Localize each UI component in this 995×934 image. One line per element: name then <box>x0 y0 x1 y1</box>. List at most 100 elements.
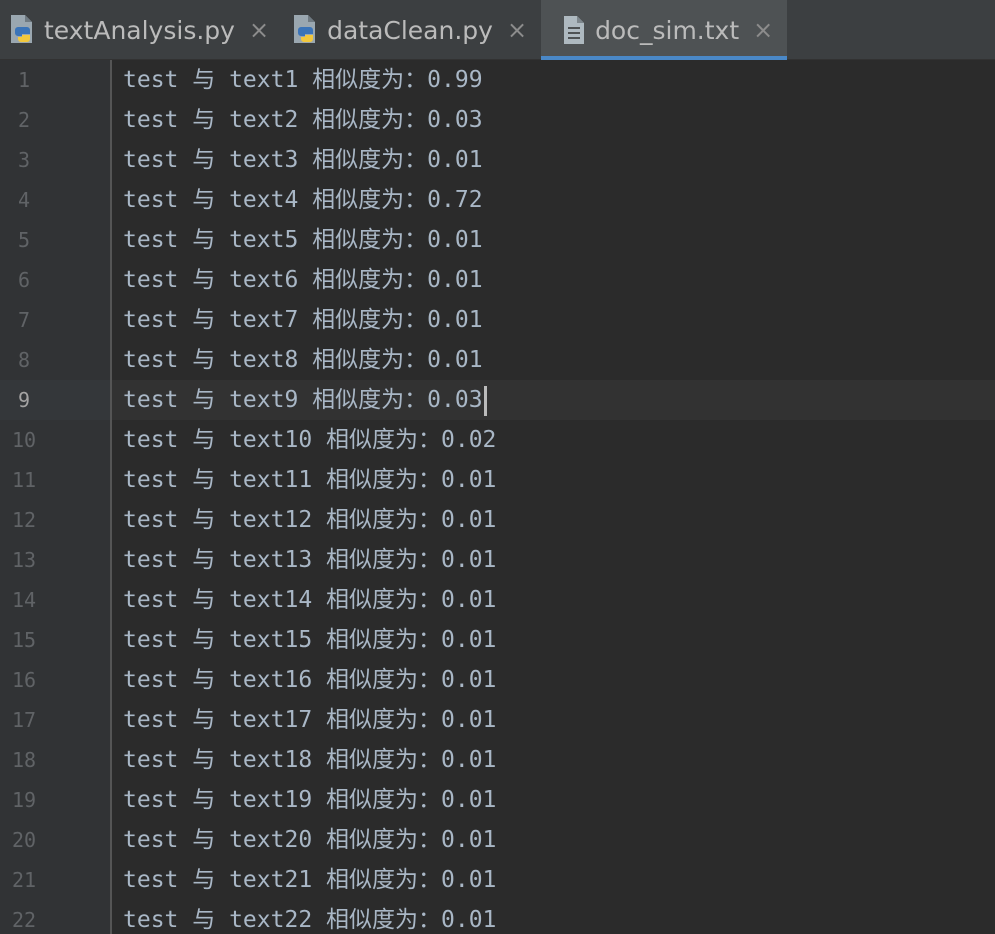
tab-doc-sim-txt[interactable]: doc_sim.txt × <box>541 0 788 60</box>
line-number: 20 <box>11 828 37 852</box>
editor-line[interactable]: 19 test 与 text19 相似度为：0.01 <box>0 780 995 820</box>
editor-line[interactable]: 20 test 与 text20 相似度为：0.01 <box>0 820 995 860</box>
line-number: 19 <box>11 788 37 812</box>
line-content: test 与 text5 相似度为：0.01 <box>123 227 483 253</box>
line-text: test 与 text22 相似度为：0.01 <box>123 900 496 934</box>
ide-window: textAnalysis.py × dataClean.py × doc_sim… <box>0 0 995 934</box>
line-number-cell: 10 <box>0 420 110 460</box>
line-text: test 与 text19 相似度为：0.01 <box>123 780 496 820</box>
close-icon[interactable]: × <box>249 18 269 42</box>
editor-line[interactable]: 11 test 与 text11 相似度为：0.01 <box>0 460 995 500</box>
line-content: test 与 text11 相似度为：0.01 <box>123 467 497 493</box>
editor-line[interactable]: 22 test 与 text22 相似度为：0.01 <box>0 900 995 934</box>
line-number-cell: 6 <box>0 260 110 300</box>
line-number: 18 <box>11 748 37 772</box>
line-number: 6 <box>17 268 31 292</box>
line-text: test 与 text13 相似度为：0.01 <box>123 540 496 580</box>
close-icon[interactable]: × <box>753 18 773 42</box>
line-number: 7 <box>17 308 31 332</box>
editor-line[interactable]: 17 test 与 text17 相似度为：0.01 <box>0 700 995 740</box>
line-number: 1 <box>17 68 31 92</box>
line-number-cell: 2 <box>0 100 110 140</box>
editor-line[interactable]: 14 test 与 text14 相似度为：0.01 <box>0 580 995 620</box>
line-text: test 与 text20 相似度为：0.01 <box>123 820 496 860</box>
line-text: test 与 text1 相似度为：0.99 <box>123 60 483 100</box>
line-content: test 与 text16 相似度为：0.01 <box>123 667 497 693</box>
python-file-icon <box>8 13 38 47</box>
line-content: test 与 text13 相似度为：0.01 <box>123 547 497 573</box>
line-number-cell: 18 <box>0 740 110 780</box>
line-content: test 与 text3 相似度为：0.01 <box>123 147 483 173</box>
line-number: 13 <box>11 548 37 572</box>
line-text: test 与 text5 相似度为：0.01 <box>123 220 483 260</box>
line-content: test 与 text4 相似度为：0.72 <box>123 187 483 213</box>
editor-line[interactable]: 15 test 与 text15 相似度为：0.01 <box>0 620 995 660</box>
line-content: test 与 text17 相似度为：0.01 <box>123 707 497 733</box>
editor-line[interactable]: 16 test 与 text16 相似度为：0.01 <box>0 660 995 700</box>
line-text: test 与 text18 相似度为：0.01 <box>123 740 496 780</box>
editor-line[interactable]: 4 test 与 text4 相似度为：0.72 <box>0 180 995 220</box>
line-content: test 与 text21 相似度为：0.01 <box>123 867 497 893</box>
editor-line[interactable]: 3 test 与 text3 相似度为：0.01 <box>0 140 995 180</box>
line-text: test 与 text16 相似度为：0.01 <box>123 660 496 700</box>
text-file-icon <box>559 13 589 47</box>
line-number-cell: 19 <box>0 780 110 820</box>
editor-line[interactable]: 12 test 与 text12 相似度为：0.01 <box>0 500 995 540</box>
line-content: test 与 text9 相似度为：0.03 <box>123 387 483 413</box>
line-number: 16 <box>11 668 37 692</box>
line-number-cell: 22 <box>0 900 110 934</box>
editor-line[interactable]: 7 test 与 text7 相似度为：0.01 <box>0 300 995 340</box>
line-number-cell: 15 <box>0 620 110 660</box>
line-text: test 与 text14 相似度为：0.01 <box>123 580 496 620</box>
line-number: 8 <box>17 348 31 372</box>
editor-line[interactable]: 9 test 与 text9 相似度为：0.03 <box>0 380 995 420</box>
line-number-cell: 14 <box>0 580 110 620</box>
line-number-cell: 13 <box>0 540 110 580</box>
line-number: 22 <box>11 908 37 932</box>
editor-line[interactable]: 13 test 与 text13 相似度为：0.01 <box>0 540 995 580</box>
tab-textanalysis-py[interactable]: textAnalysis.py × <box>0 0 283 60</box>
line-number: 4 <box>17 188 31 212</box>
line-text: test 与 text21 相似度为：0.01 <box>123 860 496 900</box>
editor-line[interactable]: 18 test 与 text18 相似度为：0.01 <box>0 740 995 780</box>
line-content: test 与 text10 相似度为：0.02 <box>123 427 497 453</box>
line-content: test 与 text22 相似度为：0.01 <box>123 907 497 933</box>
line-content: test 与 text20 相似度为：0.01 <box>123 827 497 853</box>
line-number-cell: 1 <box>0 60 110 100</box>
tab-label: doc_sim.txt <box>595 15 740 45</box>
line-content: test 与 text15 相似度为：0.01 <box>123 627 497 653</box>
line-content: test 与 text1 相似度为：0.99 <box>123 67 483 93</box>
tab-dataclean-py[interactable]: dataClean.py × <box>283 0 541 60</box>
text-caret <box>483 385 487 416</box>
editor-line[interactable]: 8 test 与 text8 相似度为：0.01 <box>0 340 995 380</box>
line-content: test 与 text19 相似度为：0.01 <box>123 787 497 813</box>
line-text: test 与 text15 相似度为：0.01 <box>123 620 496 660</box>
line-number-cell: 4 <box>0 180 110 220</box>
text-editor[interactable]: 1 test 与 text1 相似度为：0.99 2 test 与 text2 相似度… <box>0 60 995 934</box>
editor-line[interactable]: 5 test 与 text5 相似度为：0.01 <box>0 220 995 260</box>
line-text: test 与 text10 相似度为：0.02 <box>123 420 496 460</box>
line-number-cell: 11 <box>0 460 110 500</box>
line-text: test 与 text12 相似度为：0.01 <box>123 500 496 540</box>
tab-label: dataClean.py <box>327 15 493 45</box>
line-number: 5 <box>17 228 31 252</box>
line-text: test 与 text3 相似度为：0.01 <box>123 140 483 180</box>
line-number-cell: 9 <box>0 380 110 420</box>
line-number-cell: 16 <box>0 660 110 700</box>
editor-line[interactable]: 6 test 与 text6 相似度为：0.01 <box>0 260 995 300</box>
line-text: test 与 text9 相似度为：0.03 <box>123 380 487 420</box>
line-text: test 与 text6 相似度为：0.01 <box>123 260 483 300</box>
line-number-cell: 3 <box>0 140 110 180</box>
line-number: 14 <box>11 588 37 612</box>
editor-line[interactable]: 10 test 与 text10 相似度为：0.02 <box>0 420 995 460</box>
close-icon[interactable]: × <box>507 18 527 42</box>
line-number-cell: 7 <box>0 300 110 340</box>
line-number: 9 <box>17 388 31 412</box>
gutter-divider <box>110 60 112 934</box>
line-text: test 与 text17 相似度为：0.01 <box>123 700 496 740</box>
editor-line[interactable]: 21 test 与 text21 相似度为：0.01 <box>0 860 995 900</box>
editor-line[interactable]: 2 test 与 text2 相似度为：0.03 <box>0 100 995 140</box>
editor-line[interactable]: 1 test 与 text1 相似度为：0.99 <box>0 60 995 100</box>
line-content: test 与 text2 相似度为：0.03 <box>123 107 483 133</box>
line-content: test 与 text7 相似度为：0.01 <box>123 307 483 333</box>
